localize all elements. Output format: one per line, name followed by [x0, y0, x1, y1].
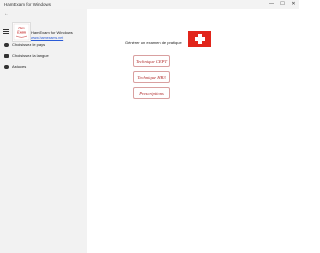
minimize-button[interactable]: — [266, 0, 277, 9]
close-button[interactable]: ✕ [288, 0, 299, 9]
logo-text-ham: Ham [17, 26, 25, 30]
practice-exam-prompt: Générer un examen de pratique [125, 40, 182, 45]
sidebar-item-tips[interactable]: Astuces [0, 62, 87, 72]
sidebar-item-label: Choisissez le pays [12, 42, 46, 47]
switzerland-flag-icon[interactable] [188, 31, 211, 47]
sidebar-item-label: Choisissez la langue [12, 53, 49, 58]
title-bar: HamExam for Windows — ☐ ✕ [0, 0, 299, 9]
logo-icon: Ham Exam [13, 23, 30, 41]
sidebar-item-country[interactable]: Choisissez le pays [0, 40, 87, 50]
prescriptions-button[interactable]: Prescriptions [133, 87, 170, 99]
info-icon [4, 64, 9, 69]
logo-text-exam: Exam [16, 31, 26, 35]
sidebar-item-label: Astuces [12, 64, 27, 69]
language-icon [4, 53, 9, 58]
app-logo: Ham Exam [12, 22, 31, 42]
hamburger-menu-icon[interactable] [3, 29, 9, 34]
sidebar: ← Ham Exam HamExam for Windows www.hamex… [0, 9, 87, 253]
maximize-button[interactable]: ☐ [277, 0, 288, 9]
window-controls: — ☐ ✕ [266, 0, 299, 9]
app-name: HamExam for Windows [31, 30, 73, 35]
main-content: Générer un examen de pratique Technique … [87, 9, 299, 253]
sidebar-item-language[interactable]: Choisissez la langue [0, 51, 87, 61]
technique-cept-button[interactable]: Technique CEPT [133, 55, 170, 67]
back-arrow-icon[interactable]: ← [4, 11, 9, 17]
globe-icon [4, 42, 9, 47]
window-title: HamExam for Windows [4, 2, 52, 7]
technique-hb3-button[interactable]: Technique HB3 [133, 71, 170, 83]
